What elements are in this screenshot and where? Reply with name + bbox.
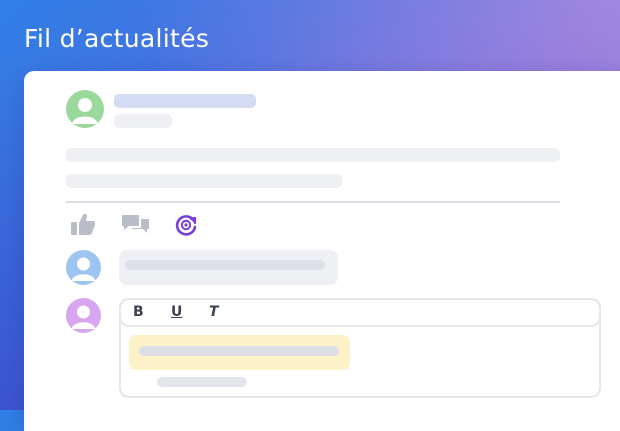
user-avatar-icon bbox=[71, 257, 96, 281]
user-avatar-icon bbox=[71, 305, 96, 329]
underline-button[interactable]: U bbox=[171, 304, 182, 320]
highlighted-text bbox=[129, 335, 350, 370]
user-avatar-icon bbox=[72, 98, 98, 124]
post-text-line bbox=[66, 174, 342, 188]
post-author-avatar[interactable] bbox=[66, 90, 104, 128]
highlighted-text-placeholder bbox=[139, 346, 339, 356]
post-author-name-placeholder bbox=[114, 94, 256, 108]
post-divider bbox=[66, 201, 560, 203]
share-spiral-icon[interactable] bbox=[175, 214, 197, 236]
comment-text-placeholder bbox=[125, 260, 325, 270]
feed-card: B U T bbox=[24, 71, 620, 431]
chat-bubbles-icon[interactable] bbox=[121, 213, 151, 237]
current-user-avatar bbox=[66, 298, 101, 333]
editor-text-placeholder bbox=[157, 377, 247, 387]
page-title: Fil d’actualités bbox=[24, 24, 210, 53]
post-timestamp-placeholder bbox=[114, 114, 172, 128]
commenter-avatar[interactable] bbox=[66, 250, 101, 285]
italic-button[interactable]: T bbox=[209, 304, 219, 320]
comment-bubble bbox=[119, 250, 338, 285]
bold-button[interactable]: B bbox=[133, 304, 144, 320]
editor-toolbar: B U T bbox=[119, 298, 601, 327]
comment-editor[interactable]: B U T bbox=[119, 298, 601, 398]
post-text-line bbox=[66, 148, 560, 162]
thumbs-up-icon[interactable] bbox=[70, 212, 96, 236]
